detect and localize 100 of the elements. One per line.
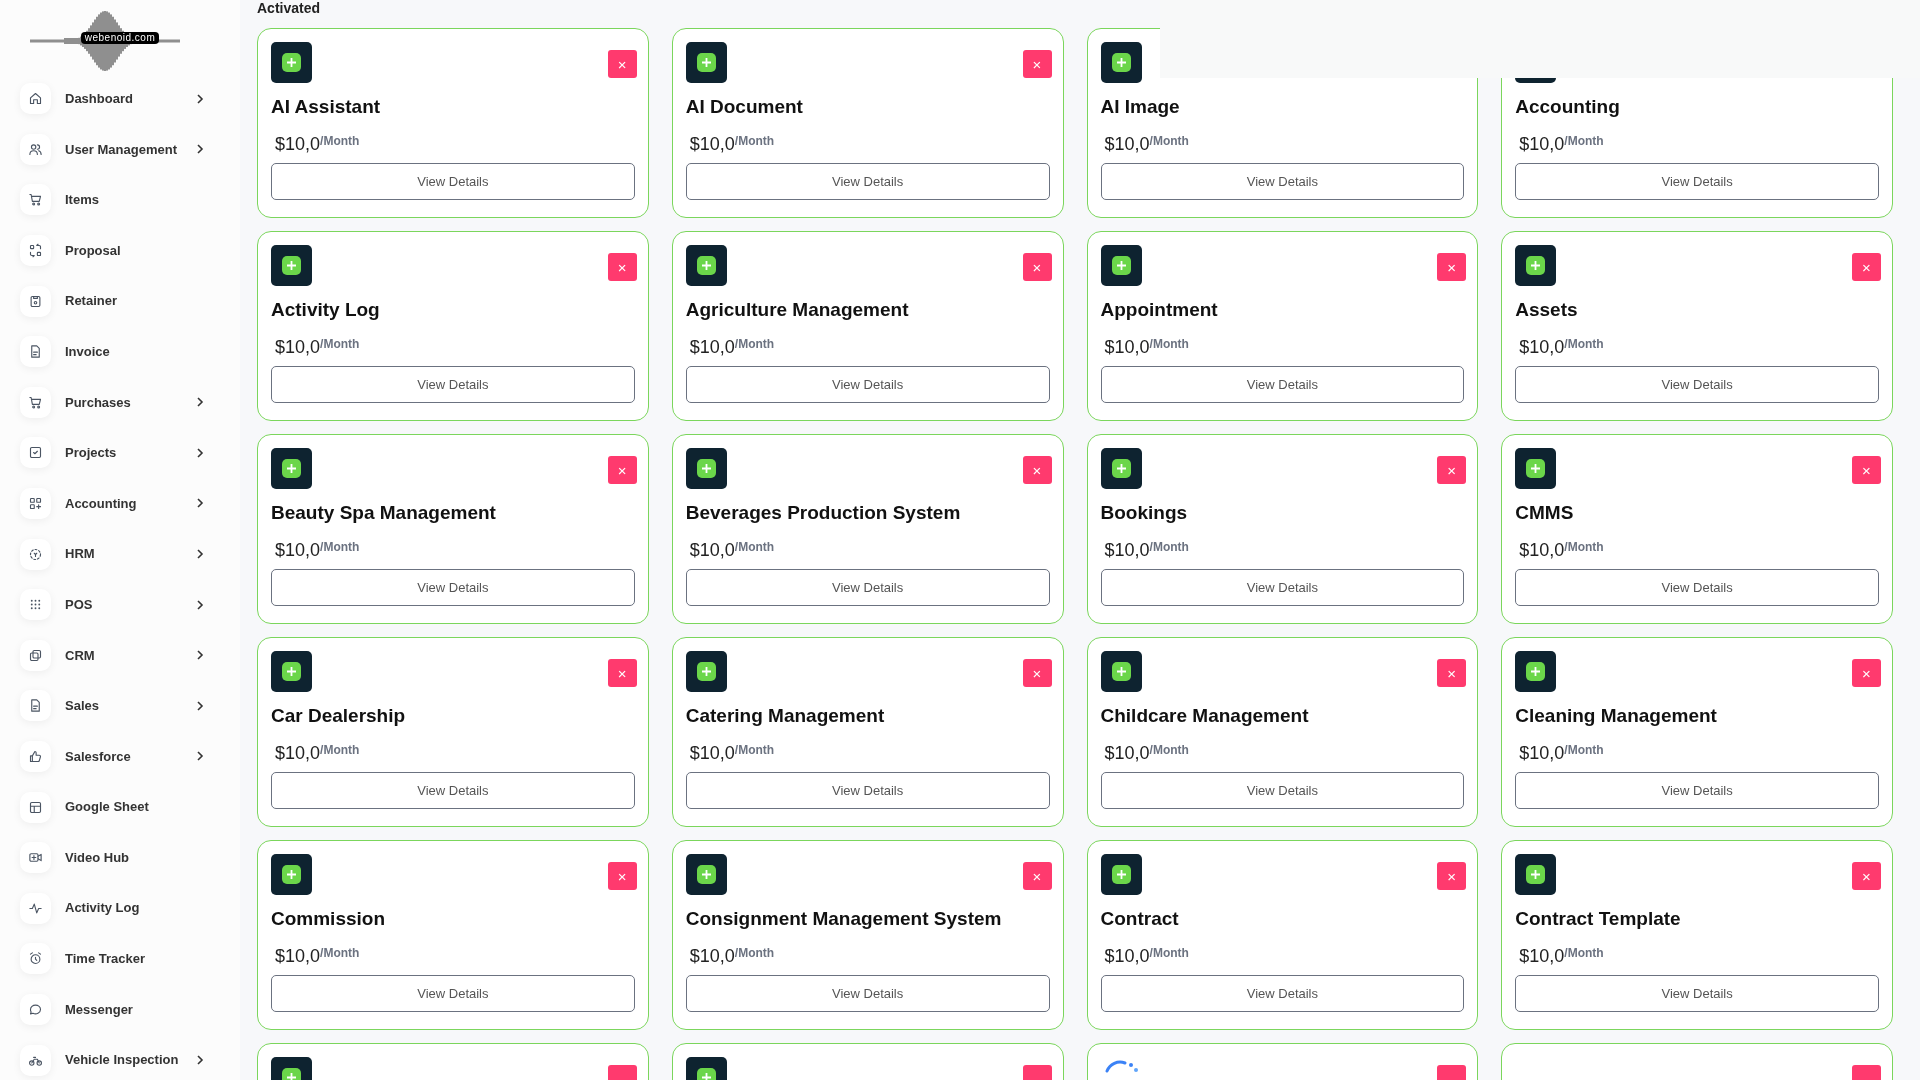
- price-period: /Month: [1149, 133, 1189, 148]
- document-icon: [28, 344, 43, 360]
- house-icon: [28, 91, 43, 107]
- document-icon: [28, 698, 43, 714]
- price: $10,0: [275, 336, 321, 358]
- module-title: Beauty Spa Management: [271, 501, 497, 525]
- price-period: /Month: [320, 742, 360, 757]
- module-title: Childcare Management: [1100, 704, 1310, 728]
- module-title: Appointment: [1100, 298, 1219, 322]
- view-details-button[interactable]: View Details: [1515, 163, 1879, 200]
- sidebar-item[interactable]: Dashboard: [20, 78, 204, 119]
- alarm-clock-icon: [28, 951, 43, 967]
- price-period: /Month: [1564, 336, 1604, 351]
- view-details-button[interactable]: View Details: [1515, 569, 1879, 606]
- view-details-button[interactable]: View Details: [685, 772, 1050, 809]
- sidebar-item[interactable]: Proposal: [20, 230, 204, 271]
- module-title: Cleaning Management: [1515, 704, 1718, 728]
- module-title: Activity Log: [271, 298, 381, 322]
- sidebar-item[interactable]: Items: [20, 179, 204, 220]
- view-details-button[interactable]: View Details: [685, 163, 1050, 200]
- price: $10,0: [1104, 945, 1150, 967]
- module-title: Bookings: [1100, 501, 1189, 525]
- sidebar-item[interactable]: Retainer: [20, 281, 204, 322]
- module-title: Assets: [1515, 298, 1579, 322]
- sidebar-item[interactable]: Invoice: [20, 331, 204, 372]
- logo-text: webenoid.com: [80, 31, 160, 44]
- price: $10,0: [689, 336, 735, 358]
- sidebar-item[interactable]: Purchases: [20, 382, 204, 423]
- price: $10,0: [689, 133, 735, 155]
- sidebar-item[interactable]: Sales: [20, 685, 204, 726]
- module-title: Consignment Management System: [685, 907, 1003, 931]
- sidebar-item[interactable]: Google Sheet: [20, 787, 204, 828]
- sidebar-item[interactable]: Vehicle Inspection: [20, 1040, 204, 1080]
- sidebar-item[interactable]: Projects: [20, 432, 204, 473]
- price: $10,0: [1519, 336, 1565, 358]
- grid-plus-icon: [28, 495, 43, 511]
- view-details-button[interactable]: View Details: [1100, 975, 1465, 1012]
- view-details-button[interactable]: View Details: [1100, 569, 1465, 606]
- sidebar-item[interactable]: Activity Log: [20, 888, 204, 929]
- price-period: /Month: [1564, 742, 1604, 757]
- view-details-button[interactable]: View Details: [271, 366, 635, 403]
- module-title: CMMS: [1515, 501, 1575, 525]
- sidebar-item[interactable]: POS: [20, 584, 204, 625]
- sidebar-item[interactable]: HRM: [20, 534, 204, 575]
- chat-icon: [28, 1001, 43, 1017]
- view-details-button[interactable]: View Details: [1100, 366, 1465, 403]
- view-details-button[interactable]: View Details: [1515, 772, 1879, 809]
- price: $10,0: [275, 742, 321, 764]
- price-period: /Month: [1564, 539, 1604, 554]
- view-details-button[interactable]: View Details: [271, 163, 635, 200]
- price-period: /Month: [734, 539, 775, 554]
- sidebar-item[interactable]: Accounting: [20, 483, 204, 524]
- module-title: AI Document: [685, 95, 804, 119]
- view-details-button[interactable]: View Details: [1100, 163, 1465, 200]
- price: $10,0: [1519, 742, 1565, 764]
- thumbs-up-icon: [28, 748, 43, 764]
- price: $10,0: [1519, 133, 1565, 155]
- view-details-button[interactable]: View Details: [685, 569, 1050, 606]
- view-details-button[interactable]: View Details: [685, 366, 1050, 403]
- price: $10,0: [275, 133, 321, 155]
- squares-icon: [28, 647, 43, 663]
- view-details-button[interactable]: View Details: [685, 975, 1050, 1012]
- view-details-button[interactable]: View Details: [271, 772, 635, 809]
- section-title: Activated: [257, 0, 321, 16]
- checkbox-icon: [28, 445, 43, 461]
- price: $10,0: [275, 539, 321, 561]
- price-period: /Month: [734, 945, 775, 960]
- price: $10,0: [1104, 742, 1150, 764]
- price: $10,0: [1519, 945, 1565, 967]
- price-period: /Month: [734, 742, 775, 757]
- module-title: Contract Template: [1515, 907, 1682, 931]
- view-details-button[interactable]: View Details: [271, 975, 635, 1012]
- sidebar-item[interactable]: User Management: [20, 129, 204, 170]
- price-period: /Month: [320, 133, 360, 148]
- sidebar-item[interactable]: Time Tracker: [20, 938, 204, 979]
- price-period: /Month: [1564, 945, 1604, 960]
- price-period: /Month: [734, 133, 775, 148]
- sidebar-item[interactable]: Messenger: [20, 989, 204, 1030]
- price: $10,0: [689, 539, 735, 561]
- sidebar-item[interactable]: Salesforce: [20, 736, 204, 777]
- price: $10,0: [1519, 539, 1565, 561]
- users-icon: [28, 141, 43, 157]
- price-period: /Month: [320, 336, 360, 351]
- view-details-button[interactable]: View Details: [1515, 366, 1879, 403]
- price-period: /Month: [1564, 133, 1604, 148]
- view-details-button[interactable]: View Details: [271, 569, 635, 606]
- cart-icon: [28, 192, 43, 208]
- module-title: AI Assistant: [271, 95, 382, 119]
- price: $10,0: [275, 945, 321, 967]
- sidebar-item[interactable]: Video Hub: [20, 837, 204, 878]
- price-period: /Month: [320, 945, 360, 960]
- price: $10,0: [1104, 336, 1150, 358]
- module-title: Catering Management: [685, 704, 886, 728]
- module-title: Agriculture Management: [685, 298, 910, 322]
- sidebar-item[interactable]: CRM: [20, 635, 204, 676]
- price: $10,0: [689, 742, 735, 764]
- view-details-button[interactable]: View Details: [1100, 772, 1465, 809]
- cart-icon: [28, 394, 43, 410]
- price-period: /Month: [1149, 742, 1189, 757]
- view-details-button[interactable]: View Details: [1515, 975, 1879, 1012]
